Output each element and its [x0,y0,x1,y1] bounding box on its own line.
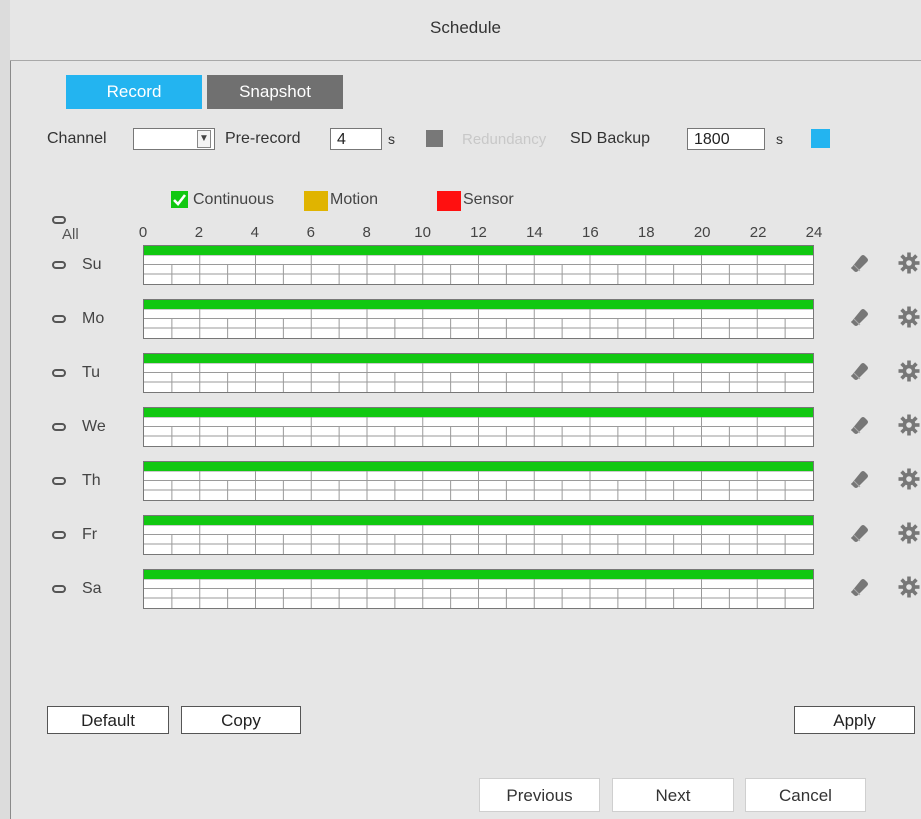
day-label: Th [82,472,101,489]
day-toggle-sa[interactable] [52,585,66,593]
window-title: Schedule [430,18,501,37]
hour-tick-label: 4 [250,224,259,241]
hour-tick-label: 10 [414,224,431,241]
gear-icon[interactable] [898,360,920,387]
continuous-record-bar[interactable] [144,462,813,471]
edit-icon[interactable] [848,414,870,441]
sdbackup-checkbox[interactable] [811,129,830,148]
hour-tick-label: 0 [138,224,148,241]
check-icon [173,194,187,206]
chevron-down-icon[interactable]: ▼ [197,130,211,148]
gear-icon[interactable] [898,576,920,603]
day-timeline-tu[interactable] [143,353,814,393]
redundancy-checkbox[interactable] [426,130,443,147]
sdbackup-label: SD Backup [570,130,651,147]
continuous-record-bar[interactable] [144,408,813,417]
copy-button[interactable]: Copy [181,706,301,734]
day-label: Fr [82,526,98,543]
gear-icon[interactable] [898,522,920,549]
hour-tick-label: 6 [306,224,315,241]
day-toggle-fr[interactable] [52,531,66,539]
continuous-record-bar[interactable] [144,300,813,309]
day-timeline-mo[interactable] [143,299,814,339]
continuous-record-bar[interactable] [144,246,813,255]
day-toggle-we[interactable] [52,423,66,431]
day-label: Tu [82,364,101,381]
edit-icon[interactable] [848,522,870,549]
channel-label: Channel [47,130,107,147]
tab-snapshot[interactable]: Snapshot [207,75,343,109]
apply-button[interactable]: Apply [794,706,915,734]
redundancy-label: Redundancy [462,131,547,148]
continuous-record-bar[interactable] [144,354,813,363]
title-bar: Schedule [10,0,921,61]
hour-tick-label: 12 [470,224,487,241]
continuous-record-bar[interactable] [144,570,813,579]
day-label: We [82,418,106,435]
day-label: Su [82,256,102,273]
hour-tick-label: 14 [526,224,543,241]
legend-motion: Motion [330,191,379,208]
sdbackup-unit: s [776,131,783,147]
all-label: All [62,226,79,243]
default-button[interactable]: Default [47,706,169,734]
day-timeline-fr[interactable] [143,515,814,555]
select-all-toggle[interactable] [52,216,66,224]
edit-icon[interactable] [848,468,870,495]
day-toggle-tu[interactable] [52,369,66,377]
tab-record[interactable]: Record [66,75,202,109]
legend-sensor: Sensor [463,191,514,208]
day-label: Sa [82,580,102,597]
hour-tick-label: 16 [581,224,599,241]
gear-icon[interactable] [898,414,920,441]
gear-icon[interactable] [898,306,920,333]
hour-tick-label: 24 [805,224,823,241]
next-button[interactable]: Next [612,778,734,812]
day-timeline-we[interactable] [143,407,814,447]
legend-continuous: Continuous [193,191,274,208]
gear-icon[interactable] [898,468,920,495]
day-timeline-sa[interactable] [143,569,814,609]
sensor-swatch[interactable] [437,191,461,211]
day-label: Mo [82,310,105,327]
hour-tick-label: 2 [194,224,204,241]
edit-icon[interactable] [848,252,870,279]
edit-icon[interactable] [848,360,870,387]
motion-swatch[interactable] [304,191,328,211]
sdbackup-input[interactable]: 1800 [687,128,765,150]
day-timeline-su[interactable] [143,245,814,285]
hour-tick-label: 20 [693,224,711,241]
gear-icon[interactable] [898,252,920,279]
hour-tick-label: 18 [637,224,655,241]
day-toggle-th[interactable] [52,477,66,485]
prerecord-label: Pre-record [225,130,301,147]
continuous-checkbox[interactable] [171,191,188,208]
cancel-button[interactable]: Cancel [745,778,866,812]
prerecord-input[interactable]: 4 [330,128,382,150]
day-toggle-mo[interactable] [52,315,66,323]
edit-icon[interactable] [848,576,870,603]
previous-button[interactable]: Previous [479,778,600,812]
day-toggle-su[interactable] [52,261,66,269]
hour-tick-label: 8 [362,224,371,241]
prerecord-unit: s [388,131,395,147]
day-timeline-th[interactable] [143,461,814,501]
continuous-record-bar[interactable] [144,516,813,525]
edit-icon[interactable] [848,306,870,333]
hour-tick-label: 22 [749,224,767,241]
